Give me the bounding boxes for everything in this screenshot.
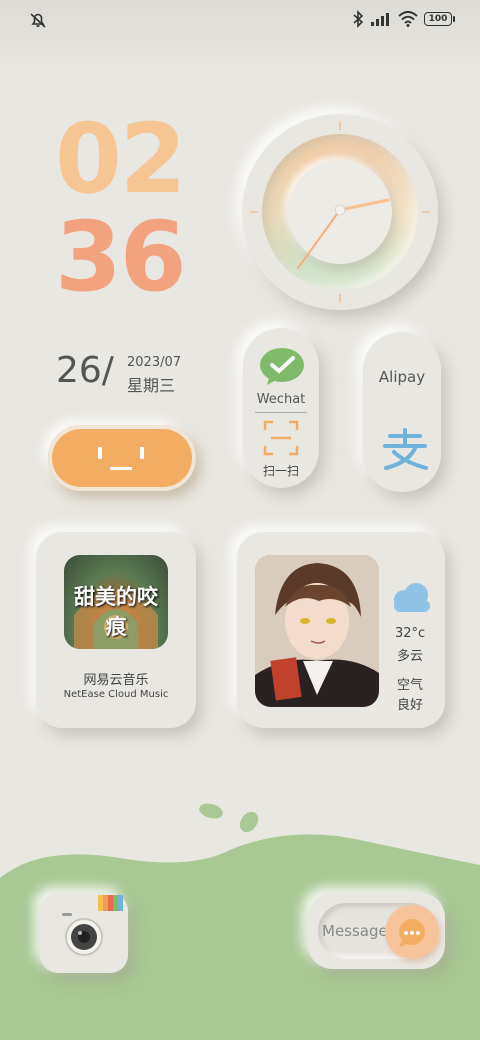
clock-hour: 02 <box>55 103 187 215</box>
camera-icon <box>62 895 123 956</box>
music-app-subtitle: NetEase Cloud Music <box>63 689 169 700</box>
chat-bubble-icon <box>399 919 425 947</box>
date-day: 26/ <box>56 350 114 391</box>
mute-icon <box>30 13 46 28</box>
scan-icon[interactable] <box>263 420 299 456</box>
clock-minute: 36 <box>55 201 187 313</box>
wechat-label: Wechat <box>256 392 306 407</box>
message-label: Message <box>322 922 388 940</box>
alipay-icon <box>383 428 428 470</box>
status-bar: 100 <box>0 0 480 40</box>
face-icon <box>98 447 144 470</box>
clock-hands <box>250 122 430 302</box>
album-cover-text: 甜美的咬痕 <box>74 585 158 639</box>
face-widget[interactable] <box>48 425 196 491</box>
air-quality-label: 空气 <box>397 678 424 693</box>
alipay-widget[interactable]: Alipay <box>363 332 441 492</box>
bluetooth-icon <box>353 10 364 28</box>
cloud-icon <box>394 583 430 612</box>
weather-temp: 32°c <box>395 626 426 641</box>
camera-app[interactable] <box>40 893 128 973</box>
divider <box>255 412 307 413</box>
scan-label: 扫一扫 <box>262 464 299 478</box>
alipay-label: Alipay <box>378 368 426 386</box>
music-app-title: 网易云音乐 <box>83 673 149 688</box>
character-illustration <box>255 555 379 707</box>
digital-clock-widget[interactable]: 02 36 <box>55 110 195 306</box>
weather-condition: 多云 <box>397 649 424 664</box>
weather-character-image <box>255 555 379 707</box>
battery-indicator: 100 <box>424 12 455 26</box>
wechat-widget[interactable]: Wechat 扫一扫 <box>243 328 319 488</box>
message-button[interactable] <box>385 905 439 959</box>
wechat-icon <box>260 348 304 385</box>
air-quality-value: 良好 <box>397 698 424 713</box>
wifi-icon <box>398 11 418 27</box>
date-year-month: 2023/07 <box>127 355 182 370</box>
music-album-cover[interactable]: 甜美的咬痕 <box>64 555 168 649</box>
date-weekday: 星期三 <box>127 376 176 395</box>
status-icons: 100 <box>352 10 455 28</box>
signal-icon <box>371 13 389 26</box>
